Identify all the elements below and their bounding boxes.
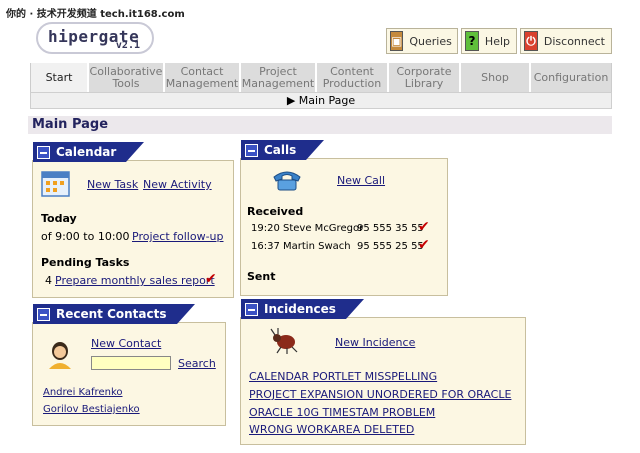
checkmark-icon: ✔ bbox=[418, 219, 430, 235]
call-phone: 95 555 35 55 bbox=[357, 223, 424, 234]
help-button[interactable]: ? Help bbox=[461, 28, 517, 54]
new-contact-link[interactable]: New Contact bbox=[91, 337, 161, 350]
contact-search-input[interactable] bbox=[91, 356, 171, 370]
contact-link[interactable]: Andrei Kafrenko bbox=[43, 387, 123, 398]
incidence-link[interactable]: WRONG WORKAREA DELETED bbox=[249, 423, 414, 436]
received-label: Received bbox=[247, 205, 304, 218]
pending-task-link[interactable]: Prepare monthly sales report bbox=[55, 274, 215, 287]
tab-configuration[interactable]: Configuration bbox=[531, 63, 611, 92]
calls-portlet: Calls New Call Received 19:20 Steve McGr… bbox=[240, 140, 448, 296]
tab-contact-label: Contact Management bbox=[165, 64, 239, 90]
sent-label: Sent bbox=[247, 270, 276, 283]
tab-start-label: Start bbox=[45, 70, 73, 84]
tab-content-label: Content Production bbox=[322, 64, 382, 90]
disconnect-button[interactable]: ⏻ Disconnect bbox=[520, 28, 612, 54]
calendar-title: Calendar bbox=[56, 145, 117, 159]
recent-contacts-portlet: Recent Contacts New Contact Search Andre… bbox=[32, 304, 226, 426]
call-phone: 95 555 25 55 bbox=[357, 241, 424, 252]
calendar-portlet: Calendar New Task New Activity Today of … bbox=[32, 142, 234, 298]
tab-shop-label: Shop bbox=[481, 70, 509, 84]
contact-person-icon bbox=[49, 342, 71, 369]
minimize-icon[interactable] bbox=[245, 302, 258, 316]
disconnect-icon: ⏻ bbox=[524, 31, 538, 51]
tab-project-label: Project Management bbox=[241, 64, 315, 90]
minimize-icon[interactable] bbox=[37, 145, 50, 159]
queries-icon: ▣ bbox=[390, 31, 404, 51]
logo-version: v2.1 bbox=[115, 40, 140, 51]
checkmark-icon: ✔ bbox=[418, 237, 430, 253]
new-incidence-link[interactable]: New Incidence bbox=[335, 336, 415, 349]
tab-contact-management[interactable]: Contact Management bbox=[165, 63, 241, 92]
tab-start[interactable]: Start bbox=[31, 63, 89, 92]
help-icon: ? bbox=[465, 31, 479, 51]
meeting-link[interactable]: Project follow-up bbox=[132, 230, 224, 243]
incidences-header: Incidences bbox=[241, 299, 364, 319]
telephone-icon bbox=[273, 171, 301, 191]
call-name: Martin Swach bbox=[283, 241, 351, 252]
disconnect-label: Disconnect bbox=[543, 34, 605, 48]
calendar-header: Calendar bbox=[33, 142, 145, 162]
queries-button[interactable]: ▣ Queries bbox=[386, 28, 458, 54]
call-name: Steve McGregor bbox=[283, 223, 364, 234]
pending-tasks-label: Pending Tasks bbox=[41, 256, 130, 269]
bug-icon bbox=[270, 328, 298, 354]
tab-shop[interactable]: Shop bbox=[461, 63, 531, 92]
tab-configuration-label: Configuration bbox=[533, 70, 609, 84]
contact-link[interactable]: Gorilov Bestiajenko bbox=[43, 404, 140, 415]
page-title: Main Page bbox=[32, 117, 109, 132]
calls-header: Calls bbox=[241, 140, 325, 160]
call-time: 16:37 bbox=[251, 241, 280, 252]
call-row[interactable]: 19:20 Steve McGregor bbox=[251, 223, 363, 234]
recent-contacts-header: Recent Contacts bbox=[33, 304, 194, 324]
page-title-bar bbox=[28, 116, 612, 134]
tab-project-management[interactable]: Project Management bbox=[241, 63, 317, 92]
calls-title: Calls bbox=[264, 143, 297, 157]
recent-contacts-title: Recent Contacts bbox=[56, 307, 167, 321]
minimize-icon[interactable] bbox=[37, 307, 50, 321]
hipergate-logo[interactable]: hipergate v2.1 bbox=[36, 22, 154, 54]
tab-corporate-label: Corporate Library bbox=[396, 64, 452, 90]
calendar-icon bbox=[41, 171, 70, 197]
pending-count: 4 bbox=[45, 274, 52, 287]
tab-collaborative-label: Collaborative Tools bbox=[89, 64, 163, 90]
main-tabs: Start Collaborative Tools Contact Manageme… bbox=[30, 63, 612, 92]
incidence-link[interactable]: PROJECT EXPANSION UNORDERED FOR ORACLE bbox=[249, 388, 511, 401]
new-call-link[interactable]: New Call bbox=[337, 174, 385, 187]
minimize-icon[interactable] bbox=[245, 143, 258, 157]
queries-label: Queries bbox=[409, 34, 452, 48]
tab-collaborative-tools[interactable]: Collaborative Tools bbox=[89, 63, 165, 92]
incidence-link[interactable]: CALENDAR PORTLET MISSPELLING bbox=[249, 370, 437, 383]
breadcrumb[interactable]: ▶ Main Page bbox=[30, 92, 612, 109]
tab-corporate-library[interactable]: Corporate Library bbox=[389, 63, 461, 92]
help-label: Help bbox=[484, 34, 510, 48]
new-activity-link[interactable]: New Activity bbox=[143, 178, 212, 191]
today-label: Today bbox=[41, 212, 77, 225]
call-row[interactable]: 16:37 Martin Swach bbox=[251, 241, 351, 252]
call-time: 19:20 bbox=[251, 223, 280, 234]
checkmark-icon: ✔ bbox=[205, 271, 217, 287]
watermark-text: 你的 · 技术开发频道 tech.it168.com bbox=[6, 9, 185, 20]
search-link[interactable]: Search bbox=[178, 357, 216, 370]
incidences-portlet: Incidences New Incidence CALENDAR PORTLE… bbox=[240, 299, 526, 445]
new-task-link[interactable]: New Task bbox=[87, 178, 138, 191]
incidence-link[interactable]: ORACLE 10G TIMESTAM PROBLEM bbox=[249, 406, 435, 419]
incidences-title: Incidences bbox=[264, 302, 336, 316]
tab-content-production[interactable]: Content Production bbox=[317, 63, 389, 92]
meeting-time: of 9:00 to 10:00 bbox=[41, 230, 130, 243]
